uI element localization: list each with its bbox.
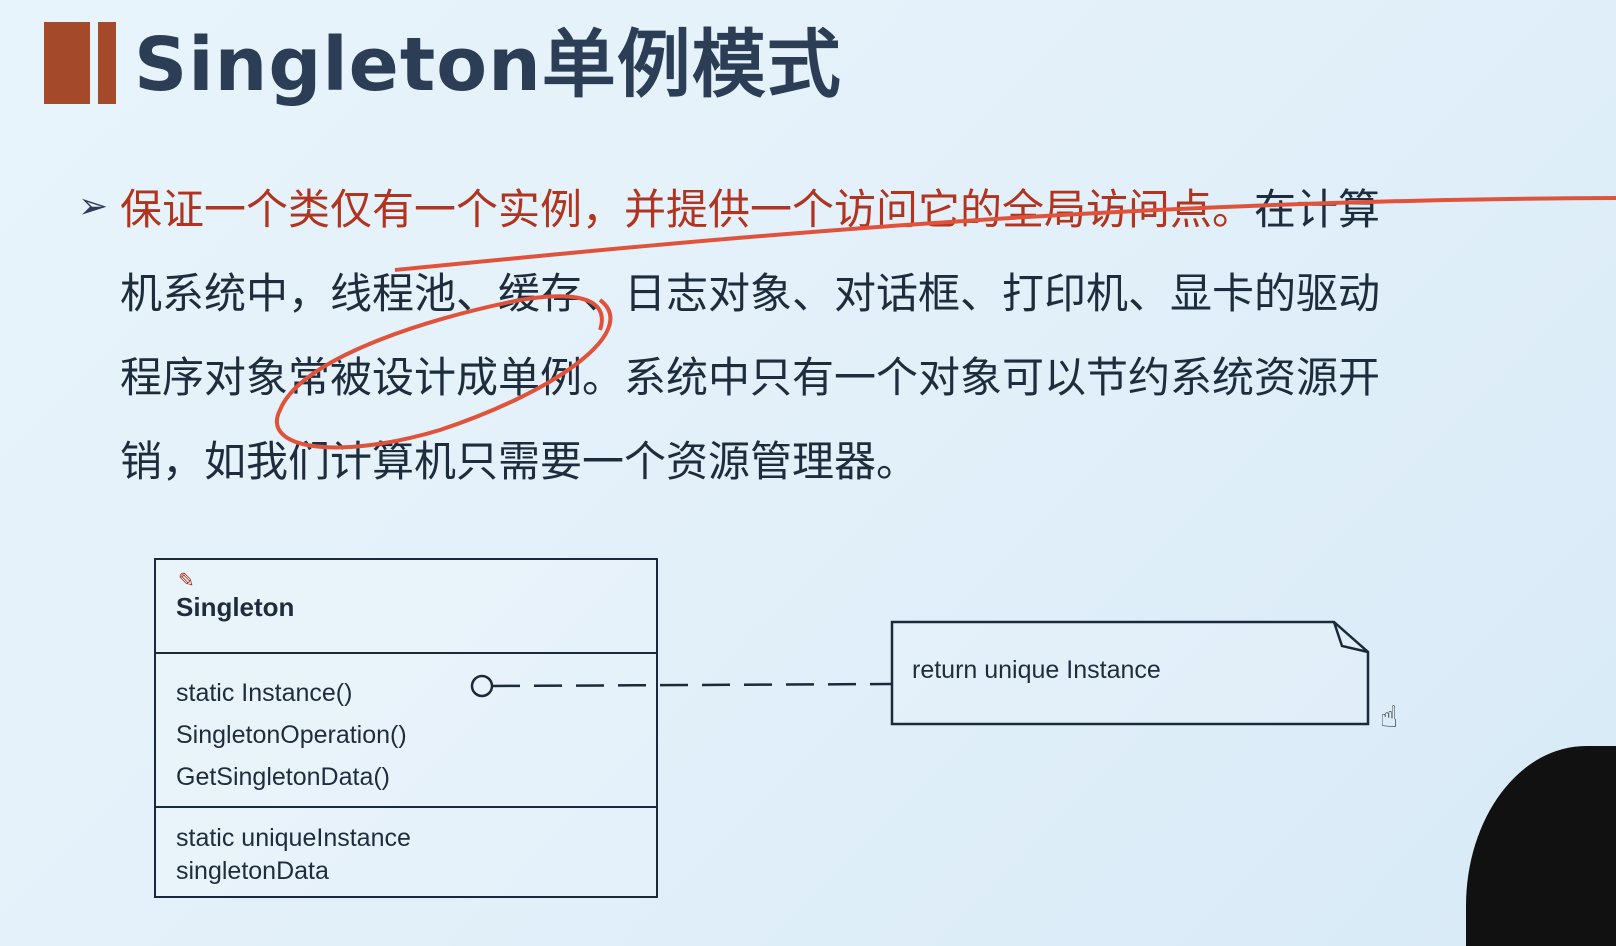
diagram-overlay (275, 196, 1616, 726)
connector-origin-circle (470, 674, 494, 698)
uml-note-text: return unique Instance (912, 656, 1161, 684)
annotation-circle (275, 294, 613, 450)
uml-note: return unique Instance (892, 622, 1368, 724)
annotation-strike-line (394, 196, 1616, 272)
hand-cursor-icon: ☝ (1380, 700, 1399, 735)
connector-dashed-line (491, 682, 893, 688)
